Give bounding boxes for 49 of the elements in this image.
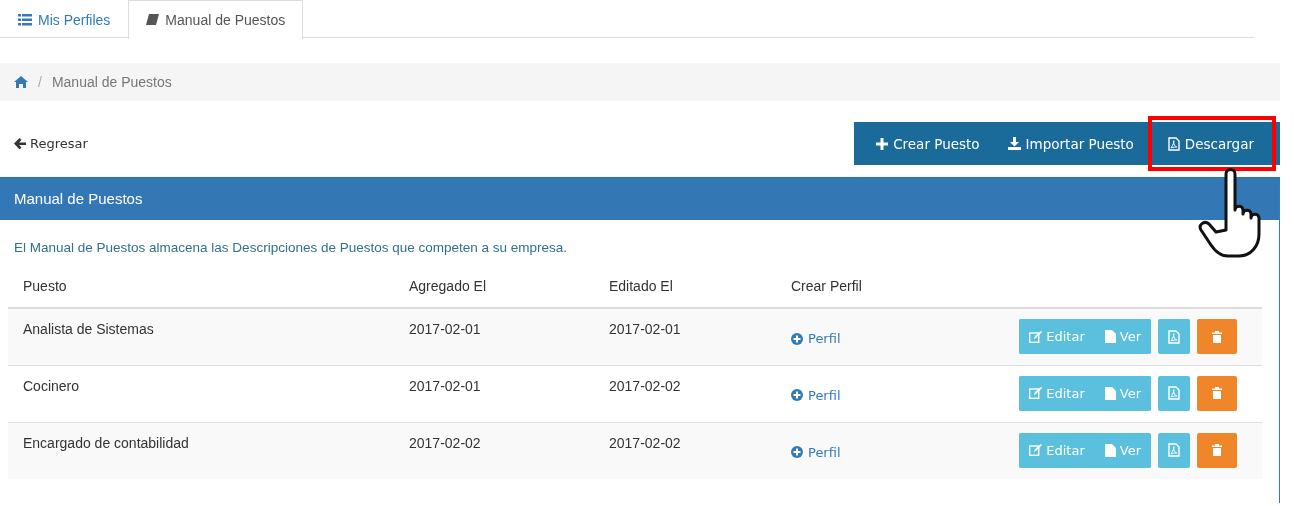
breadcrumb-separator: /	[38, 74, 42, 90]
profile-link[interactable]: Perfil	[791, 331, 841, 346]
delete-button[interactable]	[1197, 375, 1237, 411]
document-icon	[1104, 386, 1116, 400]
tab[interactable]: Manual de Puestos	[128, 0, 304, 39]
pdf-button[interactable]	[1158, 319, 1190, 354]
pdf-file-icon	[1168, 443, 1180, 457]
pdf-button[interactable]	[1158, 432, 1190, 468]
pdf-file-icon	[1168, 329, 1180, 344]
tab[interactable]: Mis Perfiles	[0, 0, 129, 39]
pdf-button[interactable]	[1158, 375, 1190, 411]
toolbar-button[interactable]: Descargar	[1147, 116, 1276, 171]
pdf-file-icon	[1167, 136, 1180, 151]
home-icon[interactable]	[14, 76, 28, 88]
trash-icon	[1212, 444, 1222, 456]
edit-icon	[1029, 387, 1043, 399]
table-cell: 2017-02-02	[409, 434, 481, 451]
table-cell: Encargado de contabilidad	[23, 434, 189, 451]
table-cell: 2017-02-01	[409, 321, 481, 337]
edit-icon	[1029, 444, 1043, 456]
table-cell: 2017-02-02	[609, 377, 681, 394]
panel-description: El Manual de Puestos almacena las Descripciones de Puestos que competen a su empresa.	[14, 240, 569, 255]
toolbar-button[interactable]: Crear Puesto	[862, 122, 994, 165]
table-cell: 2017-02-01	[409, 377, 481, 394]
pdf-file-icon	[1168, 386, 1180, 400]
trash-icon	[1212, 330, 1222, 343]
profile-link[interactable]: Perfil	[791, 387, 841, 403]
delete-button[interactable]	[1197, 432, 1237, 468]
left-arrow-icon	[14, 138, 26, 149]
plus-circle-icon	[791, 332, 803, 345]
download-icon	[1007, 137, 1021, 150]
trash-icon	[1212, 387, 1222, 399]
edit-icon	[1029, 330, 1043, 343]
document-icon	[1104, 443, 1116, 457]
breadcrumb-current: Manual de Puestos	[51, 74, 172, 90]
panel-title: Manual de Puestos	[0, 177, 1279, 220]
table-cell: 2017-02-01	[609, 321, 681, 337]
plus-circle-icon	[791, 446, 803, 458]
table-cell: Analista de Sistemas	[23, 321, 154, 337]
delete-button[interactable]	[1197, 319, 1237, 354]
toolbar-button[interactable]: Importar Puesto	[993, 122, 1148, 165]
plus-icon	[876, 137, 889, 150]
table-cell: 2017-02-02	[609, 434, 681, 451]
table-cell: Cocinero	[23, 377, 80, 394]
back-link[interactable]: Regresar	[0, 136, 88, 151]
list-icon	[18, 14, 32, 26]
profile-link[interactable]: Perfil	[791, 444, 841, 460]
document-icon	[1104, 330, 1116, 343]
plus-circle-icon	[791, 389, 803, 401]
